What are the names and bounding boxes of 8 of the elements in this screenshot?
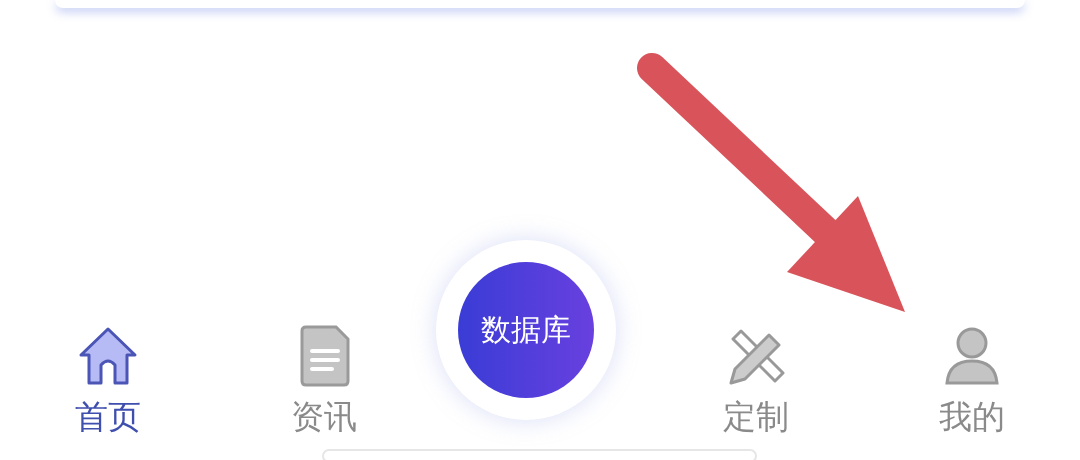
tab[interactable]: 定制 <box>723 325 789 440</box>
tab[interactable]: 首页 <box>75 325 141 440</box>
tab[interactable]: 我的 <box>939 325 1005 440</box>
tab[interactable]: 资讯 <box>291 325 357 440</box>
database-button[interactable]: 数据库 <box>458 262 594 398</box>
person-icon <box>943 325 1001 387</box>
document-icon <box>298 325 350 387</box>
house-icon <box>77 325 139 387</box>
